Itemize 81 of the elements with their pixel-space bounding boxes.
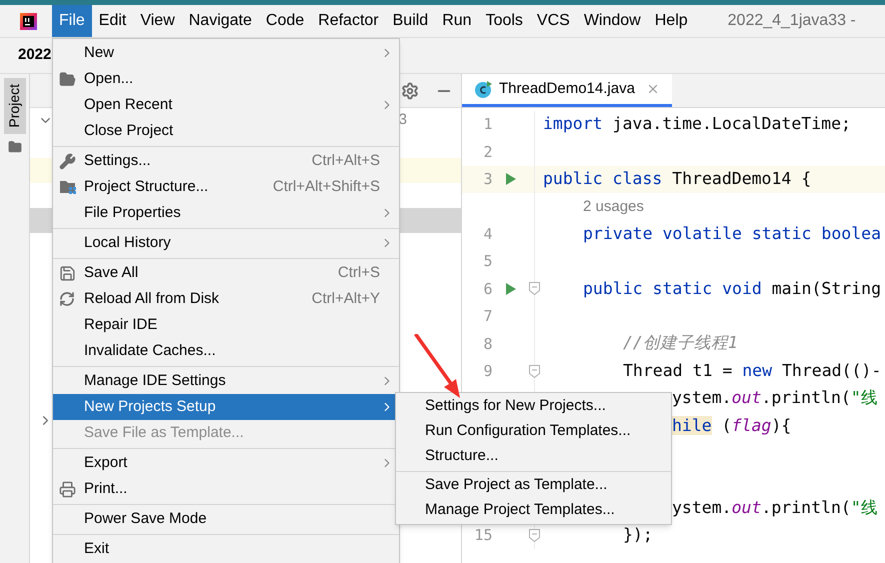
menu-item[interactable]: Close Project [53,118,399,144]
project-name[interactable]: 2022 [18,44,52,67]
menu-item[interactable]: Run Configuration Templates... [396,419,671,444]
settings-icon[interactable] [401,82,419,100]
menu-bar-item[interactable]: VCS [530,5,577,37]
line-number: 1 [483,115,492,134]
menu-item[interactable]: Save Project as Template... [396,473,671,498]
code-line: import java.time.LocalDateTime; [543,113,851,136]
menu-item[interactable]: Settings... Ctrl+Alt+S [53,148,399,174]
line-number: 5 [483,252,492,270]
menu-bar-item[interactable]: Refactor [311,5,386,37]
menu-bar-item[interactable]: Run [435,5,479,37]
menu-item[interactable]: File Properties [53,200,399,226]
fold-icon[interactable] [529,364,540,378]
menu-bar-item[interactable]: View [133,5,182,37]
shortcut-label: Ctrl+Alt+Shift+S [272,176,380,197]
code-line: private volatile static boolea [583,222,882,245]
folder-icon[interactable] [8,140,22,154]
menu-item[interactable]: Repair IDE [53,312,399,338]
menu-item[interactable]: Print... [53,476,399,502]
code-line: ystem.out.println("线 [672,496,878,519]
run-icon[interactable] [505,282,518,296]
wrench-icon [59,152,76,170]
tab-label: ThreadDemo14.java [499,78,635,99]
window-title: 2022_4_1java33 - [728,11,856,31]
code-line: }); [623,524,653,546]
code-line: public class ThreadDemo14 { [543,168,812,190]
shortcut-label: Ctrl+Alt+Y [312,288,380,309]
save-icon [59,264,76,282]
close-icon[interactable] [646,82,660,96]
menu-bar-item[interactable]: Build [386,5,436,37]
line-number: 15 [474,526,492,544]
menu-item[interactable]: Structure... [396,444,671,469]
menu-bar-item[interactable]: Help [648,5,695,37]
app-logo-icon [20,12,37,30]
code-line: Thread t1 = new Thread(()- [623,360,882,382]
menu-item[interactable]: Settings for New Projects... [396,394,671,419]
project-tool-tab[interactable]: Project [4,78,26,134]
line-number: 7 [483,307,492,326]
menu-bar-item[interactable]: File [52,5,92,37]
code-line: hile (flag){ [672,414,792,437]
code-line: //创建子线程1 [623,332,738,354]
shortcut-label: Ctrl+Alt+S [312,150,380,171]
line-number: 2 [483,142,492,161]
menu-item[interactable]: Open Recent [53,92,399,118]
menu-item[interactable]: Open... [53,66,399,92]
line-number: 4 [483,225,492,243]
fold-icon[interactable] [529,528,540,542]
folder-icon [59,70,76,88]
refresh-icon [59,291,75,307]
line-number: 6 [483,280,492,298]
annotation-arrow [412,334,462,400]
menu-bar-item[interactable]: Navigate [182,5,259,37]
line-number: 8 [483,334,492,353]
menu-item[interactable]: Manage Project Templates... [396,498,671,523]
class-file-icon [474,80,493,98]
line-number: 9 [483,362,492,380]
menu-bar-item[interactable]: Edit [92,5,134,37]
menu-item[interactable]: Reload All from Disk Ctrl+Alt+Y [53,286,399,312]
menu-bar-item[interactable]: Window [576,5,648,37]
menu-item[interactable]: Local History [53,230,399,256]
menu-item[interactable]: Manage IDE Settings [53,368,399,394]
fold-icon[interactable] [529,282,540,296]
menu-item[interactable]: Export [53,450,399,476]
menu-bar-item[interactable]: Tools [478,5,530,37]
menu-item[interactable]: Project Structure... Ctrl+Alt+Shift+S [53,174,399,200]
menu-item[interactable]: Exit [53,536,399,562]
menu-item[interactable]: Power Save Mode [53,506,399,532]
usage-hint[interactable]: 2 usages [583,196,644,218]
editor-tab[interactable]: ThreadDemo14.java [462,74,672,107]
code-line: public static void main(String [583,278,882,300]
run-icon[interactable] [505,172,518,186]
code-line: ystem.out.println("线 [672,387,878,410]
shortcut-label: Ctrl+S [338,262,380,283]
line-number: 3 [483,170,492,188]
menu-item[interactable]: New [53,40,399,66]
menu-item[interactable]: Save All Ctrl+S [53,260,399,286]
menu-item[interactable]: Invalidate Caches... [53,338,399,364]
menu-bar-item[interactable]: Code [258,5,312,37]
folder-icon [59,179,77,195]
printer-icon [59,480,76,498]
